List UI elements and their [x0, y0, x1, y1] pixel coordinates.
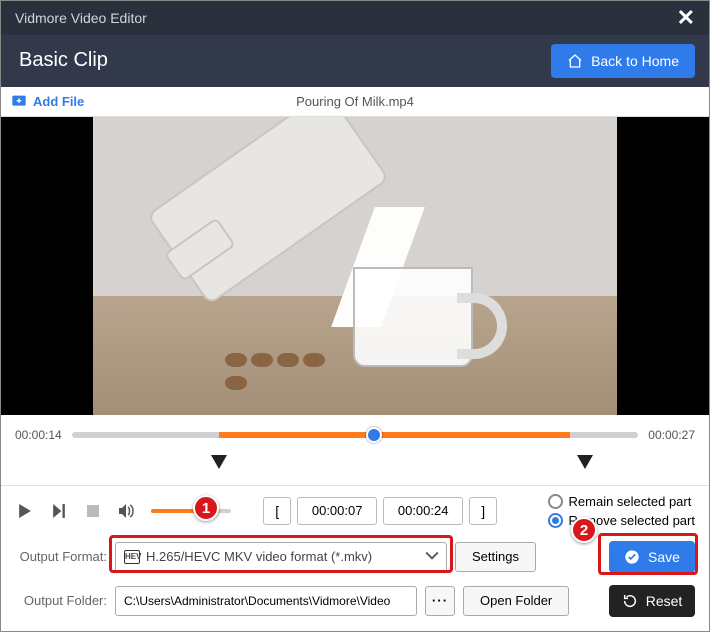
range-out-field[interactable]	[383, 497, 463, 525]
timeline-end-time: 00:00:27	[648, 428, 695, 442]
section-title: Basic Clip	[19, 49, 108, 72]
section-bar: Basic Clip Back to Home	[1, 35, 709, 87]
open-folder-button[interactable]: Open Folder	[463, 586, 569, 616]
browse-folder-button[interactable]: ···	[425, 586, 455, 616]
stop-icon	[87, 505, 99, 517]
remove-label: Remove selected part	[569, 513, 695, 528]
range-markers	[55, 455, 655, 479]
volume-slider[interactable]	[151, 509, 231, 513]
output-folder-label: Output Folder:	[15, 593, 107, 608]
timeline-track[interactable]	[72, 432, 639, 438]
volume-icon[interactable]	[117, 501, 137, 521]
timeline-selection	[219, 432, 570, 438]
playback-controls: [ ] Remain selected part Remove selected…	[1, 485, 709, 535]
play-icon	[18, 504, 32, 518]
playhead[interactable]	[366, 427, 382, 443]
output-format-value: H.265/HEVC MKV video format (*.mkv)	[146, 549, 372, 564]
timeline[interactable]: 00:00:14 00:00:27	[1, 415, 709, 455]
file-row: Add File Pouring Of Milk.mp4	[1, 87, 709, 117]
timeline-start-time: 00:00:14	[15, 428, 62, 442]
speaker-icon	[119, 504, 135, 518]
range-out-marker[interactable]	[577, 455, 593, 469]
set-in-button[interactable]: [	[263, 497, 291, 525]
remove-option[interactable]: Remove selected part	[548, 513, 695, 528]
video-frame	[93, 117, 617, 416]
titlebar: Vidmore Video Editor ✕	[1, 1, 709, 35]
reset-label: Reset	[646, 593, 683, 609]
check-circle-icon	[624, 549, 640, 565]
output-folder-field[interactable]	[115, 586, 417, 616]
app-title: Vidmore Video Editor	[15, 10, 147, 26]
range-in-field[interactable]	[297, 497, 377, 525]
back-home-button[interactable]: Back to Home	[551, 44, 695, 78]
settings-button[interactable]: Settings	[455, 542, 536, 572]
add-file-button[interactable]: Add File	[11, 93, 84, 109]
add-file-label: Add File	[33, 94, 84, 109]
output-format-select[interactable]: HEV H.265/HEVC MKV video format (*.mkv)	[115, 542, 447, 572]
remain-label: Remain selected part	[569, 494, 692, 509]
play-button[interactable]	[15, 501, 35, 521]
output-panel: Output Format: HEV H.265/HEVC MKV video …	[1, 535, 709, 631]
add-file-icon	[11, 93, 27, 109]
step-button[interactable]	[49, 501, 69, 521]
reset-button[interactable]: Reset	[609, 585, 695, 617]
radio-on-icon	[548, 513, 563, 528]
video-preview	[1, 117, 709, 416]
remain-option[interactable]: Remain selected part	[548, 494, 695, 509]
range-in-marker[interactable]	[211, 455, 227, 469]
reset-icon	[622, 593, 638, 609]
chevron-down-icon	[425, 549, 439, 563]
current-file-name: Pouring Of Milk.mp4	[296, 94, 414, 109]
back-home-label: Back to Home	[591, 53, 679, 69]
output-format-label: Output Format:	[15, 549, 107, 564]
step-icon	[52, 504, 66, 518]
radio-off-icon	[548, 494, 563, 509]
hevc-icon: HEV	[124, 550, 140, 564]
home-icon	[567, 53, 583, 69]
stop-button[interactable]	[83, 501, 103, 521]
close-icon[interactable]: ✕	[677, 5, 695, 31]
save-label: Save	[648, 549, 680, 565]
save-button[interactable]: Save	[609, 541, 695, 573]
set-out-button[interactable]: ]	[469, 497, 497, 525]
